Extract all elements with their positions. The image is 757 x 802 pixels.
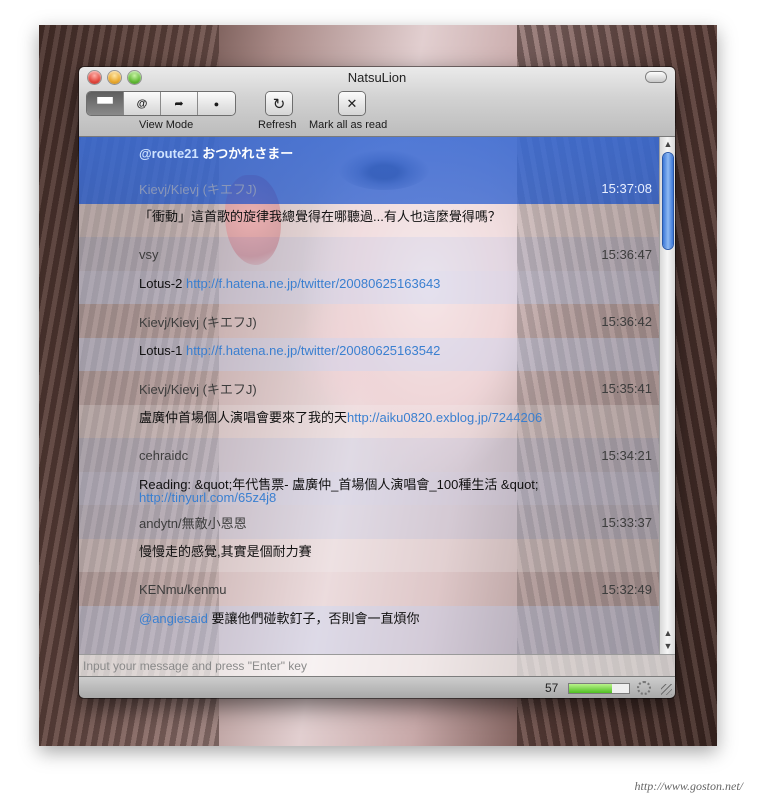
list-item[interactable]: 盧廣仲首場個人演唱會要來了我的天http://aiku0820.exblog.j… [79, 405, 659, 438]
scrollbar-thumb[interactable] [663, 153, 673, 249]
dot-icon: ● [213, 98, 220, 109]
mention-link[interactable]: @route21 [139, 146, 199, 161]
character-count: 57 [545, 681, 559, 695]
view-mode-sent-button[interactable]: ➦ [161, 92, 198, 115]
status-author-row: Kievj/Kievj (キエフJ) 15:36:42 [79, 304, 659, 338]
status-time: 15:36:47 [601, 246, 652, 262]
author-name[interactable]: vsy [139, 247, 159, 262]
scroll-up-icon[interactable]: ▲ [660, 138, 675, 150]
status-author-row: andytn/無敵小恩恩 15:33:37 [79, 505, 659, 539]
at-icon: @ [136, 97, 148, 110]
url-link[interactable]: http://aiku0820.exblog.jp/7244206 [347, 410, 542, 425]
status-time: 15:34:21 [601, 447, 652, 463]
status-time: 15:33:37 [601, 514, 652, 530]
view-mode-replies-button[interactable]: @ [124, 92, 161, 115]
message-text: 「衝動」這首歌的旋律我總覺得在哪聽過...有人也這麼覺得嗎？ [139, 209, 501, 224]
list-item[interactable]: Lotus-1 http://f.hatena.ne.jp/twitter/20… [79, 338, 659, 371]
view-mode-label: View Mode [139, 119, 194, 131]
status-author-row: Kievj/Kievj (キエフJ) 15:37:08 [79, 171, 659, 205]
status-bar: 57 [79, 676, 675, 698]
author-name[interactable]: andytn/無敵小恩恩 [139, 513, 247, 532]
message-text: Lotus-1 [139, 343, 186, 358]
selected-status-row[interactable]: @route21 おつかれさまー Kievj/Kievj (キエフJ) 15:3… [79, 137, 659, 204]
author-name[interactable]: Kievj/Kievj (キエフJ) [139, 179, 257, 198]
people-icon: ▀▀ [97, 97, 113, 110]
message-text: Lotus-2 [139, 276, 186, 291]
status-author-row: cehraidc 15:34:21 [79, 438, 659, 472]
status-author-row: KENmu/kenmu 15:32:49 [79, 572, 659, 606]
url-link[interactable]: http://tinyurl.com/65z4j8 [139, 490, 276, 505]
url-link[interactable]: http://f.hatena.ne.jp/twitter/2008062516… [186, 343, 440, 358]
message-text: @route21 おつかれさまー [139, 146, 294, 161]
list-item[interactable]: @angiesaid 要讓他們碰軟釘子，否則會一直煩你 [79, 606, 659, 654]
title-toolbar: NatsuLion ▀▀ @ ➦ ● View Mode ↻ Refresh ✕… [79, 67, 675, 137]
status-time: 15:35:41 [601, 380, 652, 396]
message-text: 慢慢走的感覺,其實是個耐力賽 [139, 544, 312, 559]
message-input[interactable] [79, 655, 675, 676]
message-input-bar [79, 654, 675, 676]
author-name[interactable]: Kievj/Kievj (キエフJ) [139, 312, 257, 331]
watermark-text: http://www.goston.net/ [634, 779, 743, 793]
status-author-row: vsy 15:36:47 [79, 237, 659, 271]
author-name[interactable]: cehraidc [139, 448, 188, 463]
refresh-icon: ↻ [272, 95, 286, 113]
scroll-up-icon-lower[interactable]: ▲ [660, 627, 675, 639]
list-item[interactable]: Lotus-2 http://f.hatena.ne.jp/twitter/20… [79, 271, 659, 304]
author-name[interactable]: Kievj/Kievj (キエフJ) [139, 379, 257, 398]
mark-all-read-button[interactable]: ✕ [339, 92, 365, 115]
refresh-label: Refresh [258, 119, 297, 131]
list-item[interactable]: 「衝動」這首歌的旋律我總覺得在哪聽過...有人也這麼覺得嗎？ [79, 204, 659, 237]
list-item[interactable]: Reading: &quot;年代售票- 盧廣仲_首場個人演唱會_100種生活 … [79, 472, 659, 505]
progress-meter-fill [569, 684, 613, 693]
mark-all-read-label: Mark all as read [309, 119, 388, 131]
mention-link[interactable]: @angiesaid [139, 611, 208, 626]
scroll-down-icon[interactable]: ▼ [660, 640, 675, 652]
status-time: 15:37:08 [601, 180, 652, 196]
toolbar-toggle-button[interactable] [646, 72, 666, 82]
resize-grip-icon[interactable] [661, 684, 672, 695]
loading-spinner-icon [637, 681, 651, 695]
author-name[interactable]: KENmu/kenmu [139, 582, 226, 597]
timeline-list: @route21 おつかれさまー Kievj/Kievj (キエフJ) 15:3… [79, 137, 659, 654]
timeline-scrollbar[interactable]: ▲ ▲ ▼ [659, 137, 675, 654]
refresh-button[interactable]: ↻ [266, 92, 292, 115]
status-time: 15:32:49 [601, 581, 652, 597]
forward-icon: ➦ [174, 98, 184, 110]
progress-meter [568, 683, 630, 694]
view-mode-segmented-control: ▀▀ @ ➦ ● [87, 92, 235, 115]
view-mode-all-button[interactable]: ▀▀ [87, 92, 124, 115]
window-title: NatsuLion [347, 70, 407, 85]
url-link[interactable]: http://f.hatena.ne.jp/twitter/2008062516… [186, 276, 440, 291]
status-author-row: Kievj/Kievj (キエフJ) 15:35:41 [79, 371, 659, 405]
status-time: 15:36:42 [601, 313, 652, 329]
close-icon: ✕ [346, 95, 358, 111]
message-text: 盧廣仲首場個人演唱會要來了我的天 [139, 410, 348, 425]
message-text: 要讓他們碰軟釘子，否則會一直煩你 [207, 611, 420, 626]
view-mode-unread-button[interactable]: ● [198, 92, 235, 115]
list-item[interactable]: 慢慢走的感覺,其實是個耐力賽 [79, 539, 659, 572]
natsulion-window: NatsuLion ▀▀ @ ➦ ● View Mode ↻ Refresh ✕… [79, 67, 675, 698]
